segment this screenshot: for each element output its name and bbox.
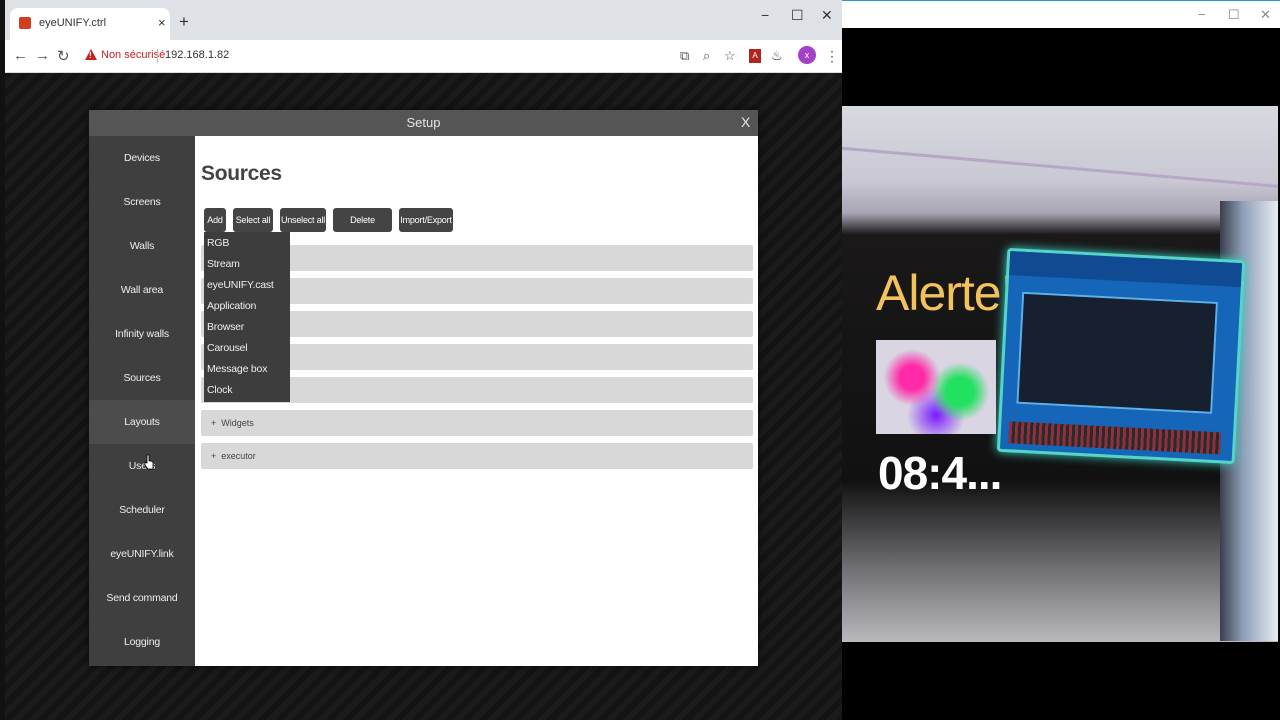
menu-item-rgb[interactable]: RGB <box>207 233 229 254</box>
unselect-all-button[interactable]: Unselect all <box>280 208 326 232</box>
setup-header: Setup X <box>89 110 758 136</box>
warning-icon[interactable] <box>85 49 97 60</box>
page-content: Setup X Devices Screens Walls Wall area … <box>5 73 842 720</box>
pdf-extension-icon[interactable]: A <box>749 49 761 63</box>
camera-maximize-button[interactable]: ☐ <box>1228 7 1240 23</box>
alert-text: Alerte! <box>876 265 1015 321</box>
ceiling-light-streak <box>842 145 1278 190</box>
profile-avatar[interactable]: x <box>798 46 816 64</box>
menu-item-message-box[interactable]: Message box <box>207 359 267 380</box>
setup-close-button[interactable]: X <box>741 114 750 130</box>
expand-plus-icon: + <box>211 418 217 428</box>
camera-minimize-button[interactable]: − <box>1198 7 1206 22</box>
address-separator <box>157 49 158 63</box>
bookmark-star-icon[interactable]: ☆ <box>724 48 736 64</box>
minimize-button[interactable]: − <box>761 7 769 23</box>
camera-window: − ☐ ✕ Alerte! 08:4... <box>842 0 1280 720</box>
clock-text: 08:4... <box>878 447 1002 499</box>
menu-item-carousel[interactable]: Carousel <box>207 338 248 359</box>
browser-window: eyeUNIFY.ctrl × + − ☐ ✕ ← → ↻ Non sécuri… <box>5 0 842 720</box>
colorful-image-tile <box>876 340 996 434</box>
kebab-menu-icon[interactable]: ⋮ <box>825 48 839 65</box>
add-source-dropdown: RGB Stream eyeUNIFY.cast Application Bro… <box>204 232 290 402</box>
camera-window-titlebar: − ☐ ✕ <box>842 0 1280 28</box>
camera-close-button[interactable]: ✕ <box>1260 7 1271 23</box>
browser-toolbar: ← → ↻ Non sécurisé 192.168.1.82 ⧉ ⌕ ☆ A … <box>5 40 842 73</box>
zoom-icon[interactable]: ⌕ <box>703 48 710 64</box>
group-label: executor <box>221 451 256 461</box>
setup-title: Setup <box>406 115 441 130</box>
group-label: Widgets <box>221 418 254 428</box>
displayed-app-screen <box>996 247 1246 465</box>
security-label[interactable]: Non sécurisé <box>101 49 165 61</box>
sidebar-item-walls[interactable]: Walls <box>89 224 195 268</box>
reload-icon[interactable]: ↻ <box>57 47 70 65</box>
menu-item-eyeunify-cast[interactable]: eyeUNIFY.cast <box>207 275 274 296</box>
hand-cursor-icon <box>144 454 154 470</box>
select-all-button[interactable]: Select all <box>233 208 273 232</box>
sidebar-item-infinity-walls[interactable]: Infinity walls <box>89 312 195 356</box>
camera-feed: Alerte! 08:4... <box>842 106 1278 642</box>
sidebar-item-screens[interactable]: Screens <box>89 180 195 224</box>
sidebar-item-devices[interactable]: Devices <box>89 136 195 180</box>
close-window-button[interactable]: ✕ <box>821 7 833 24</box>
back-arrow-icon[interactable]: ← <box>13 47 28 64</box>
sidebar-item-users[interactable]: Users <box>89 444 195 488</box>
setup-dialog: Setup X Devices Screens Walls Wall area … <box>89 110 758 666</box>
forward-arrow-icon[interactable]: → <box>35 47 50 64</box>
maximize-button[interactable]: ☐ <box>791 7 804 24</box>
expand-plus-icon: + <box>211 451 217 461</box>
sidebar-item-wall-area[interactable]: Wall area <box>89 268 195 312</box>
sidebar-item-logging[interactable]: Logging <box>89 620 195 664</box>
sources-panel: Sources Add Select all Unselect all Dele… <box>195 136 758 666</box>
url-text[interactable]: 192.168.1.82 <box>165 49 229 61</box>
source-group-widgets[interactable]: + Widgets <box>201 410 753 436</box>
tab-bar: eyeUNIFY.ctrl × + − ☐ ✕ <box>5 0 842 40</box>
add-button[interactable]: Add <box>204 208 226 232</box>
menu-item-application[interactable]: Application <box>207 296 256 317</box>
source-group-executor[interactable]: + executor <box>201 443 753 469</box>
menu-item-stream[interactable]: Stream <box>207 254 240 275</box>
tab-close-icon[interactable]: × <box>158 15 166 30</box>
address-bar[interactable]: Non sécurisé 192.168.1.82 <box>79 45 745 69</box>
page-title: Sources <box>201 162 282 185</box>
import-export-button[interactable]: Import/Export <box>399 208 453 232</box>
delete-selected-button[interactable]: Delete selected <box>333 208 392 249</box>
favicon-icon <box>19 17 31 29</box>
tab-title: eyeUNIFY.ctrl <box>39 17 107 29</box>
tab-eyeunify[interactable]: eyeUNIFY.ctrl × <box>10 8 170 40</box>
sidebar-item-send-command[interactable]: Send command <box>89 576 195 620</box>
flame-extension-icon[interactable]: ♨ <box>771 48 783 64</box>
sidebar-item-scheduler[interactable]: Scheduler <box>89 488 195 532</box>
sidebar-item-eyeunify-link[interactable]: eyeUNIFY.link <box>89 532 195 576</box>
menu-item-browser[interactable]: Browser <box>207 317 244 338</box>
menu-item-clock[interactable]: Clock <box>207 380 232 401</box>
cast-icon[interactable]: ⧉ <box>680 48 689 64</box>
sidebar-item-layouts[interactable]: Layouts <box>89 400 195 444</box>
new-tab-button[interactable]: + <box>179 12 189 32</box>
sidebar-item-sources[interactable]: Sources <box>89 356 195 400</box>
setup-sidebar: Devices Screens Walls Wall area Infinity… <box>89 136 195 666</box>
